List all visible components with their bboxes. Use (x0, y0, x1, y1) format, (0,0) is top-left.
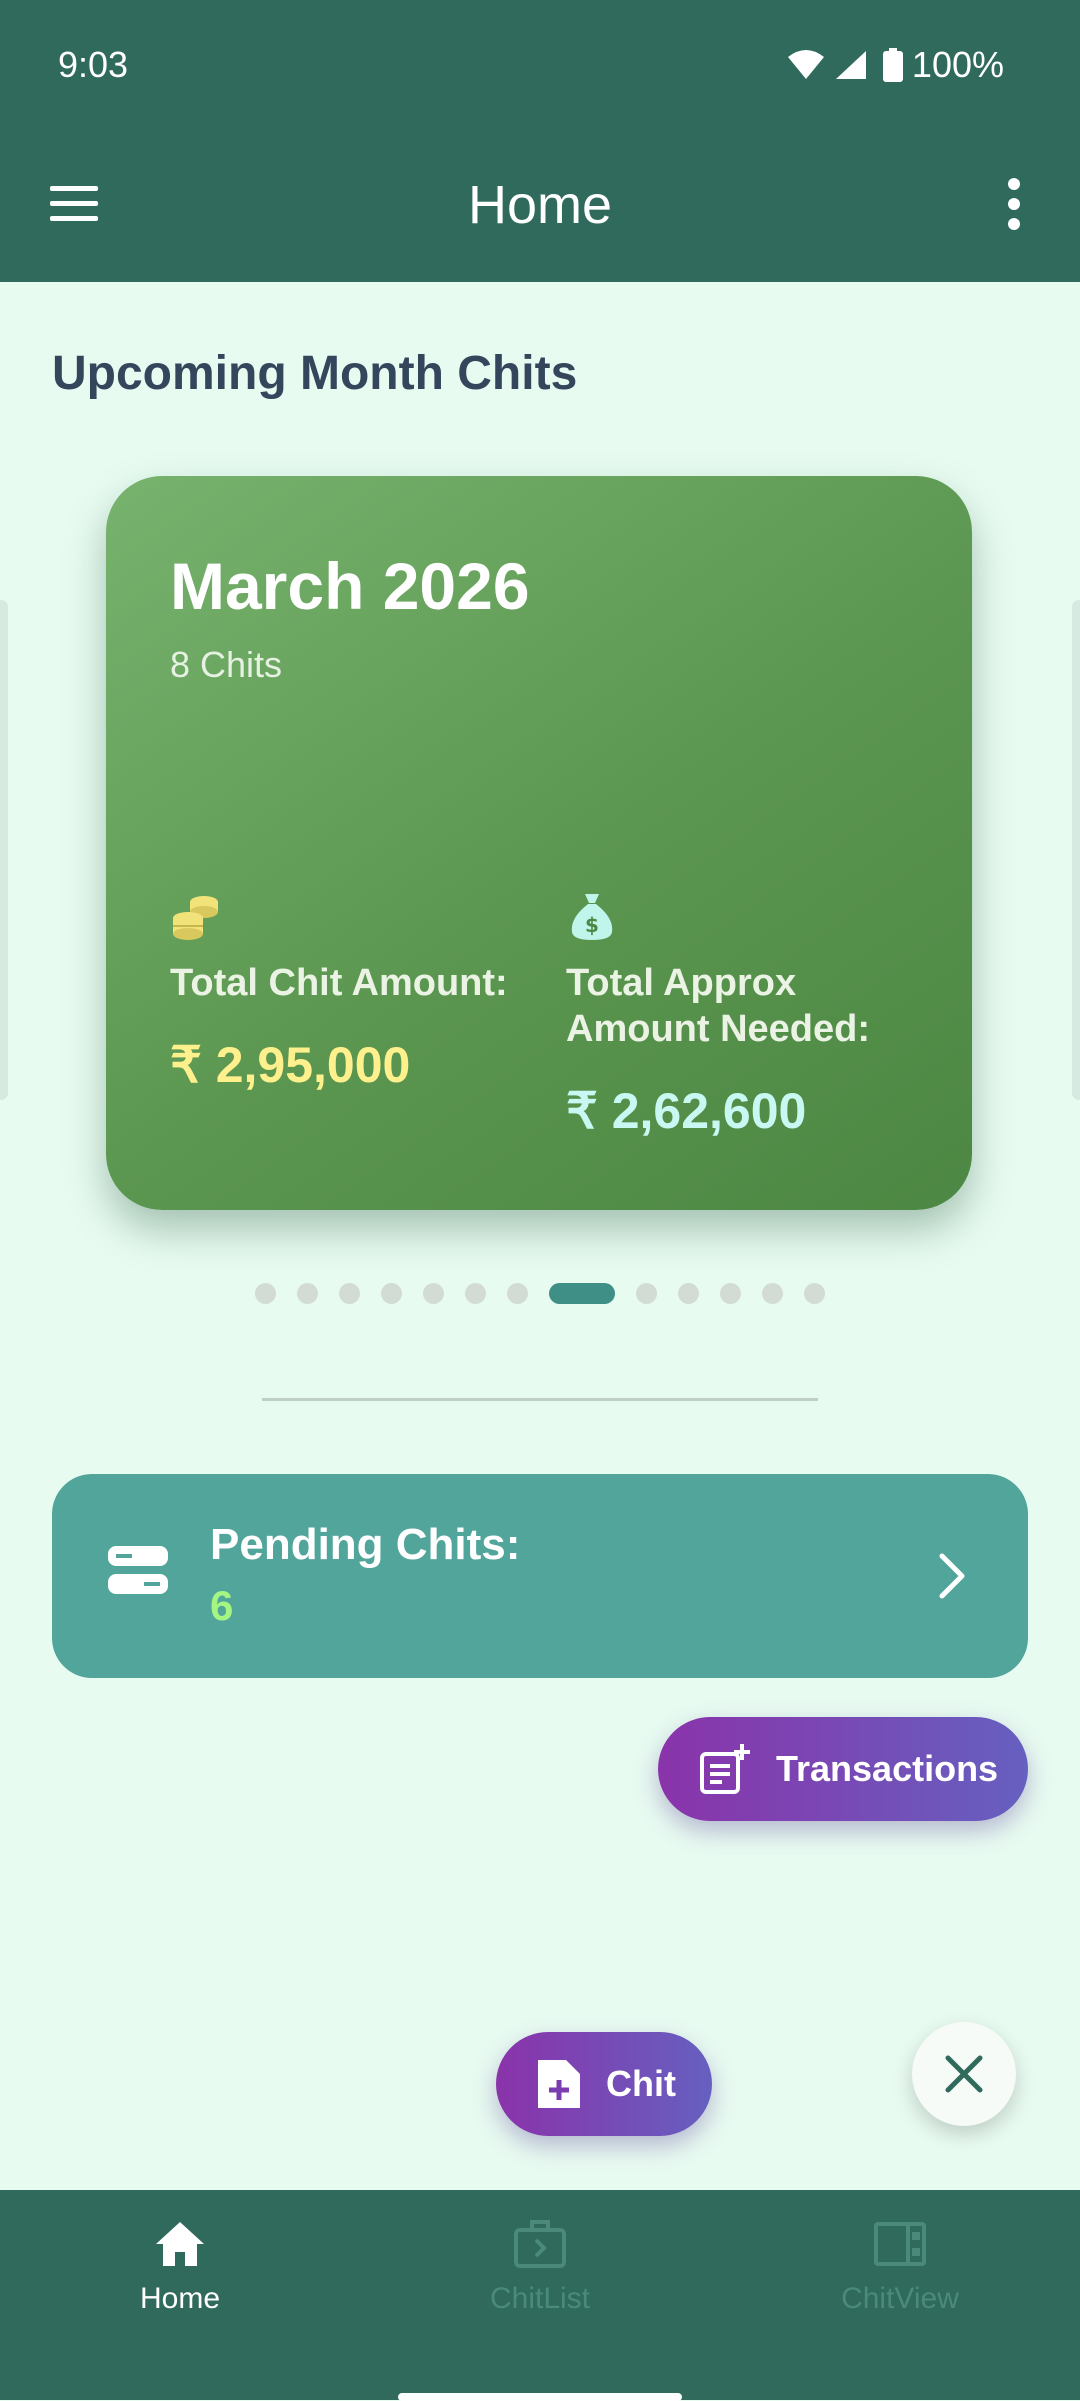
battery-level: 100% (911, 44, 1004, 85)
month-chit-card[interactable]: March 2026 8 Chits Total Chit Amount: ₹ … (106, 476, 972, 1210)
carousel-pagination (0, 1283, 1080, 1304)
nav-chitview[interactable]: ChitView (750, 2216, 1050, 2316)
month-title: March 2026 (170, 549, 530, 623)
battery-icon (882, 48, 903, 82)
pagination-dot[interactable] (339, 1283, 360, 1304)
pagination-dot[interactable] (678, 1283, 699, 1304)
view-icon (874, 2222, 926, 2266)
total-chit-value: ₹ 2,95,000 (170, 1037, 411, 1093)
transactions-label: Transactions (776, 1748, 999, 1789)
section-title: Upcoming Month Chits (52, 347, 578, 400)
add-note-icon (700, 1744, 750, 1794)
nav-chitview-label: ChitView (841, 2282, 959, 2315)
signal-icon (835, 51, 866, 79)
svg-text:$: $ (585, 913, 599, 937)
approx-amount-value: ₹ 2,62,600 (566, 1083, 807, 1139)
pagination-dot[interactable] (423, 1283, 444, 1304)
nav-home-label: Home (139, 2282, 221, 2315)
pagination-dot[interactable] (255, 1283, 276, 1304)
close-fab[interactable] (912, 2022, 1016, 2126)
more-options-icon[interactable] (988, 170, 1040, 238)
chevron-right-icon (939, 1553, 965, 1599)
status-bar: 9:03 100% (0, 0, 1080, 130)
carousel-next-card-peek[interactable] (1072, 600, 1080, 1100)
pagination-dot[interactable] (804, 1283, 825, 1304)
chit-label: Chit (606, 2063, 676, 2104)
add-file-icon (538, 2060, 580, 2108)
app-bar: Home (0, 130, 1080, 282)
pending-chits-card[interactable]: Pending Chits: 6 (52, 1474, 1028, 1678)
pagination-dot-active[interactable] (549, 1283, 615, 1304)
status-time: 9:03 (58, 44, 129, 85)
status-icons: 100% (786, 44, 1004, 86)
pagination-dot[interactable] (507, 1283, 528, 1304)
approx-amount-label: Total Approx Amount Needed: (566, 962, 870, 1050)
coins-icon (173, 896, 218, 940)
pagination-dot[interactable] (465, 1283, 486, 1304)
pagination-dot[interactable] (636, 1283, 657, 1304)
nav-chitlist[interactable]: ChitList (390, 2216, 690, 2316)
pagination-dot[interactable] (381, 1283, 402, 1304)
pagination-dot[interactable] (720, 1283, 741, 1304)
chit-count: 8 Chits (170, 644, 283, 685)
home-icon (156, 2222, 204, 2266)
nav-home[interactable]: Home (30, 2216, 330, 2316)
briefcase-icon (514, 2220, 566, 2268)
pagination-dot[interactable] (297, 1283, 318, 1304)
divider (262, 1398, 818, 1401)
page-title: Home (467, 175, 613, 235)
pending-chits-count: 6 (210, 1582, 234, 1629)
bottom-navigation: Home ChitList ChitView (0, 2190, 1080, 2400)
transactions-fab[interactable]: Transactions (658, 1717, 1028, 1821)
money-bag-icon: $ (571, 894, 613, 940)
close-icon (945, 2055, 983, 2093)
pagination-dot[interactable] (762, 1283, 783, 1304)
nav-chitlist-label: ChitList (489, 2282, 591, 2315)
pending-chits-label: Pending Chits: (210, 1520, 521, 1569)
total-chit-stat: Total Chit Amount: ₹ 2,95,000 (170, 890, 550, 1094)
total-chit-label: Total Chit Amount: (170, 962, 508, 1004)
approx-amount-stat: $ Total Approx Amount Needed: ₹ 2,62,600 (566, 890, 946, 1140)
carousel-prev-card-peek[interactable] (0, 600, 8, 1100)
add-chit-fab[interactable]: Chit (496, 2032, 712, 2136)
wifi-icon (787, 50, 824, 79)
storage-icon (108, 1546, 168, 1594)
